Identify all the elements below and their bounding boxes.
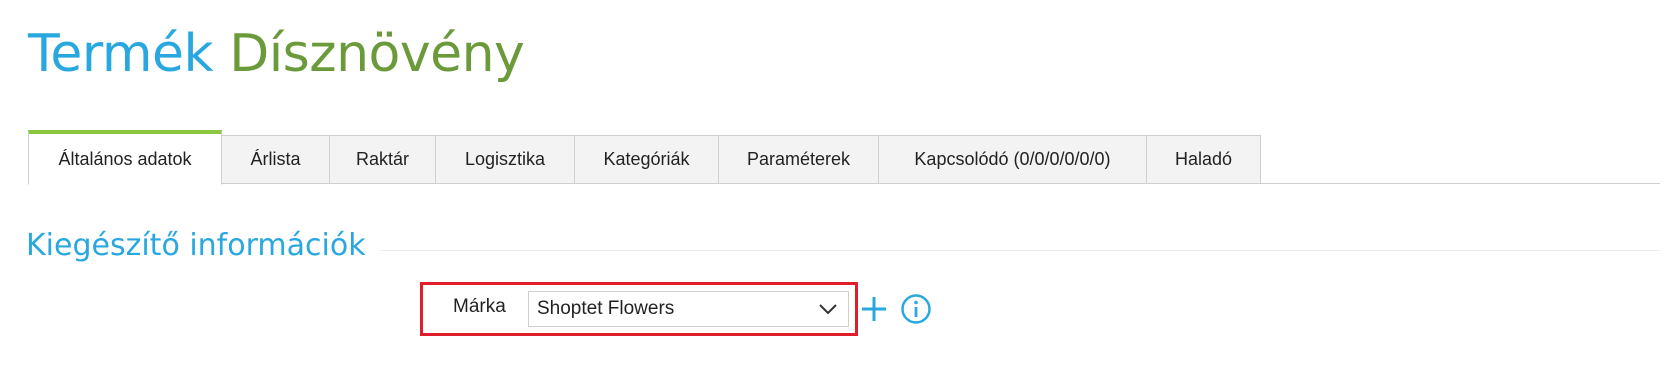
tab-general[interactable]: Általános adatok [28, 130, 222, 185]
page-title-prefix: Termék [28, 24, 214, 84]
info-icon[interactable] [900, 293, 932, 325]
brand-select-value: Shoptet Flowers [537, 298, 675, 319]
section-title: Kiegészítő információk [26, 228, 366, 263]
tab-bar: Általános adatok Árlista Raktár Logiszti… [28, 130, 1660, 185]
tab-categories[interactable]: Kategóriák [575, 135, 719, 184]
tab-related[interactable]: Kapcsolódó (0/0/0/0/0/0) [879, 135, 1147, 184]
chevron-down-icon [819, 304, 837, 315]
page-title-product: Dísznövény [229, 24, 525, 84]
brand-select[interactable]: Shoptet Flowers [528, 291, 849, 327]
tab-parameters[interactable]: Paraméterek [719, 135, 879, 184]
tab-pricelist[interactable]: Árlista [222, 135, 330, 184]
tab-logistics[interactable]: Logisztika [436, 135, 575, 184]
brand-label: Márka [453, 296, 506, 317]
section-divider [380, 250, 1660, 251]
tab-advanced[interactable]: Haladó [1147, 135, 1261, 184]
plus-icon[interactable] [860, 295, 888, 323]
page-title: Termék Dísznövény [28, 22, 525, 86]
tab-warehouse[interactable]: Raktár [330, 135, 436, 184]
